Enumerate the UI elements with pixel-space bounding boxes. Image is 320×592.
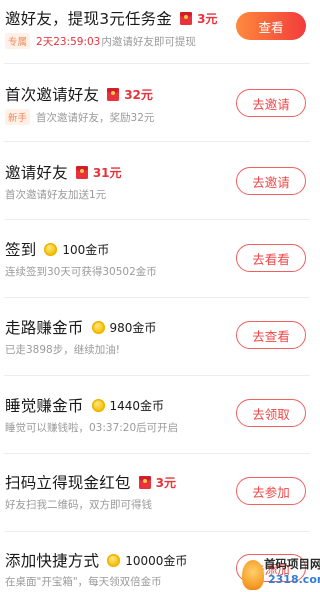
task-description: 连续签到30天可获得30502金币 (5, 266, 157, 278)
task-reward: 100金币 (44, 241, 109, 258)
task-title: 走路赚金币 (5, 319, 84, 337)
task-reward: 980金币 (91, 319, 157, 336)
task-description-line: 连续签到30天可获得30502金币 (5, 264, 157, 279)
task-description-line: 好友扫我二维码，双方即可得钱 (5, 497, 152, 512)
task-description-line: 睡觉可以赚钱啦，03:37:20后可开启 (5, 420, 178, 435)
reward-amount: 100金币 (62, 242, 110, 257)
reward-amount: 10000金币 (125, 553, 188, 568)
task-row-walk-earn: 走路赚金币 980金币 已走3898步，继续加油! 去查看 (0, 298, 316, 376)
red-packet-icon (75, 165, 88, 179)
go-look-button[interactable]: 去看看 (236, 244, 306, 272)
task-reward: 3元 (180, 10, 217, 27)
reward-amount: 32元 (124, 87, 153, 102)
task-title-line: 走路赚金币 980金币 (5, 316, 156, 338)
invite-button[interactable]: 去邀请 (236, 89, 306, 117)
task-reward: 10000金币 (107, 552, 187, 569)
task-title: 邀请好友 (5, 164, 68, 182)
task-title: 扫码立得现金红包 (5, 474, 131, 492)
task-title-line: 添加快捷方式 10000金币 (5, 549, 187, 571)
task-description-line: 在桌面"开宝箱"，每天领双倍金币 (5, 574, 162, 589)
task-row-check-in: 签到 100金币 连续签到30天可获得30502金币 去看看 (0, 220, 316, 298)
red-packet-icon (138, 475, 151, 489)
newbie-tag: 新手 (5, 109, 31, 125)
task-row-invite-friends: 邀请好友 31元 首次邀请好友加送1元 去邀请 (0, 142, 316, 220)
task-description: 已走3898步，继续加油! (5, 344, 120, 356)
task-title: 签到 (5, 241, 37, 259)
gold-coin-icon (91, 398, 105, 412)
go-check-button[interactable]: 去查看 (236, 321, 306, 349)
task-row-scan-qr-cash: 扫码立得现金红包 3元 好友扫我二维码，双方即可得钱 去参加 (0, 454, 316, 532)
reward-amount: 980金币 (109, 320, 157, 335)
task-description: 在桌面"开宝箱"，每天领双倍金币 (5, 576, 162, 588)
task-title: 邀好友，提现3元任务金 (5, 10, 173, 28)
join-button[interactable]: 去参加 (236, 477, 306, 505)
task-title-line: 邀请好友 31元 (5, 161, 122, 183)
task-row-sleep-earn: 睡觉赚金币 1440金币 睡觉可以赚钱啦，03:37:20后可开启 去领取 (0, 376, 316, 454)
task-description: 好友扫我二维码，双方即可得钱 (5, 499, 152, 511)
task-reward: 3元 (138, 474, 176, 491)
invite-button[interactable]: 去邀请 (236, 167, 306, 195)
watermark-url: 2318.com (268, 573, 320, 586)
site-watermark: 首码项目网 2318.com (242, 552, 320, 592)
task-title-line: 睡觉赚金币 1440金币 (5, 394, 164, 416)
task-title: 添加快捷方式 (5, 552, 100, 570)
reward-amount: 3元 (155, 475, 176, 490)
red-packet-icon (107, 87, 120, 101)
task-title-line: 签到 100金币 (5, 238, 109, 260)
task-title-line: 邀好友，提现3元任务金 3元 (5, 7, 217, 29)
red-packet-icon (180, 11, 193, 25)
task-description: 首次邀请好友，奖励32元 (36, 111, 155, 124)
gold-coin-icon (91, 320, 105, 334)
task-description: 睡觉可以赚钱啦，03:37:20后可开启 (5, 422, 179, 434)
task-description-line: 首次邀请好友加送1元 (5, 187, 106, 202)
task-description: 首次邀请好友加送1元 (5, 189, 107, 201)
task-description-line: 已走3898步，继续加油! (5, 342, 120, 357)
task-description: 内邀请好友即可提现 (101, 35, 196, 48)
watermark-logo-icon (242, 560, 264, 590)
task-row-first-invite: 首次邀请好友 32元 新手 首次邀请好友，奖励32元 去邀请 (0, 64, 316, 142)
gold-coin-icon (44, 242, 58, 256)
countdown-timer: 2天23:59:03 (36, 35, 101, 48)
task-title: 首次邀请好友 (5, 86, 100, 104)
view-button[interactable]: 查看 (236, 12, 306, 40)
task-title: 睡觉赚金币 (5, 397, 84, 415)
exclusive-tag: 专属 (5, 33, 31, 49)
task-reward: 31元 (75, 164, 122, 181)
reward-amount: 3元 (197, 11, 218, 26)
claim-button[interactable]: 去领取 (236, 399, 306, 427)
task-reward: 1440金币 (91, 397, 165, 414)
task-title-line: 扫码立得现金红包 3元 (5, 471, 176, 493)
task-description-line: 新手 首次邀请好友，奖励32元 (5, 109, 154, 125)
task-title-line: 首次邀请好友 32元 (5, 83, 153, 105)
watermark-text: 首码项目网 (264, 557, 320, 571)
gold-coin-icon (107, 553, 121, 567)
task-row-invite-cash-task: 邀好友，提现3元任务金 3元 专属 2天23:59:03 内邀请好友即可提现 查… (0, 0, 316, 64)
task-reward: 32元 (107, 86, 153, 103)
reward-amount: 1440金币 (109, 398, 165, 413)
task-description-line: 专属 2天23:59:03 内邀请好友即可提现 (5, 33, 196, 49)
reward-amount: 31元 (92, 165, 122, 180)
